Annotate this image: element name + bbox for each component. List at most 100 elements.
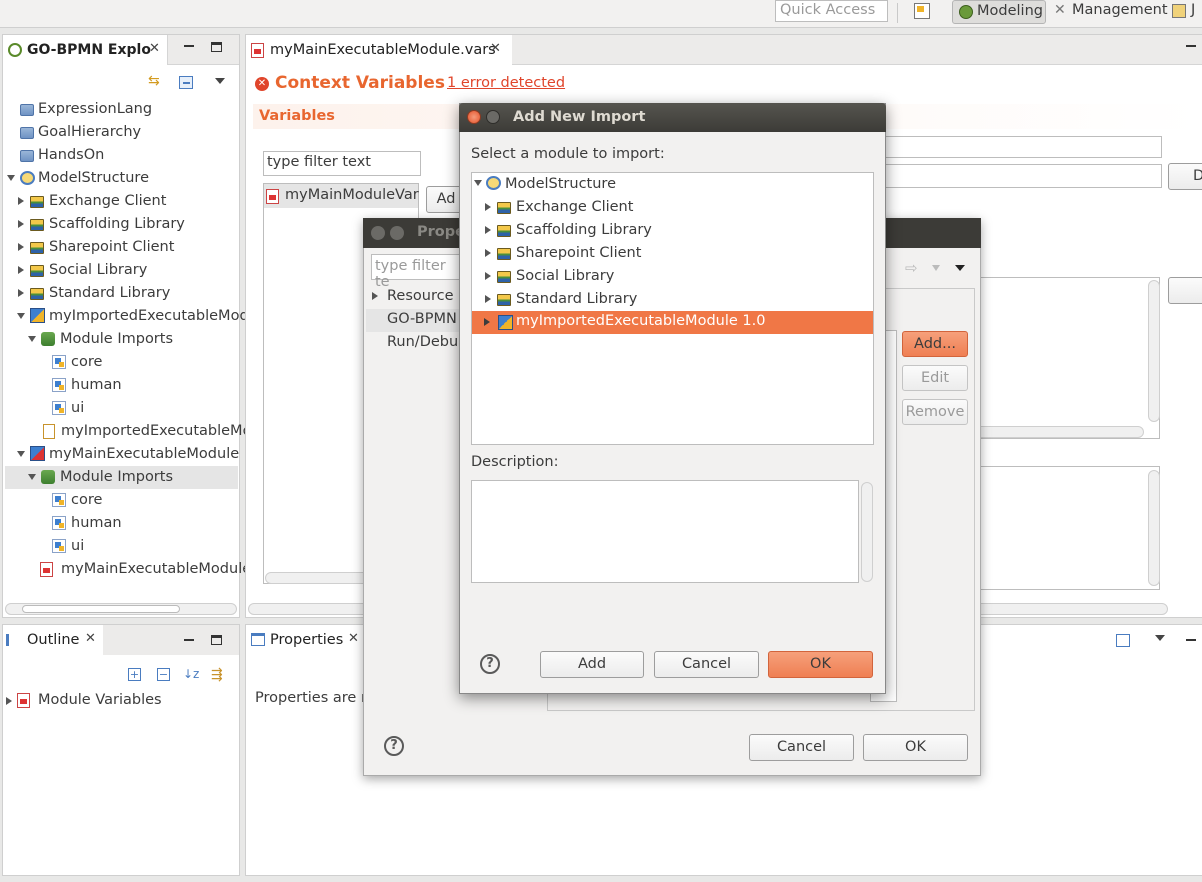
- dropdown-icon[interactable]: [932, 265, 940, 271]
- tree-item[interactable]: Sharepoint Client: [49, 239, 174, 255]
- tree-item[interactable]: human: [71, 377, 122, 393]
- browse-type-button[interactable]: D: [1168, 163, 1202, 190]
- tree-item[interactable]: GoalHierarchy: [38, 124, 141, 140]
- expand-all-icon[interactable]: +: [128, 668, 141, 681]
- filter-icon[interactable]: ⇶: [211, 667, 227, 683]
- tree-item[interactable]: Standard Library: [49, 285, 170, 301]
- close-icon[interactable]: ✕: [85, 631, 96, 646]
- close-icon[interactable]: [371, 226, 385, 240]
- properties-tab[interactable]: Properties ✕: [246, 625, 366, 655]
- edit-import-button[interactable]: Edit: [902, 365, 968, 391]
- variables-filter-input[interactable]: type filter text: [263, 151, 421, 176]
- minimize-icon[interactable]: [1186, 639, 1196, 641]
- name-field[interactable]: [860, 136, 1162, 158]
- perspective-management-button[interactable]: Management: [1072, 2, 1168, 18]
- outline-tab[interactable]: Outline ✕: [3, 625, 103, 655]
- variables-section-title[interactable]: Variables: [259, 108, 335, 124]
- expand-arrow-icon[interactable]: [7, 175, 15, 181]
- module-tree-item[interactable]: Social Library: [516, 268, 614, 284]
- expand-arrow-icon[interactable]: [28, 474, 36, 480]
- perspective-modeling-button[interactable]: Modeling: [952, 0, 1046, 24]
- collapse-arrow-icon[interactable]: [485, 226, 491, 234]
- editor-tab[interactable]: myMainExecutableModule.vars ✕: [246, 35, 512, 65]
- right-side-button[interactable]: [1168, 277, 1202, 304]
- collapse-arrow-icon[interactable]: [18, 197, 24, 205]
- add-import-button[interactable]: Add...: [902, 331, 968, 357]
- perspective-more-label[interactable]: J: [1191, 2, 1195, 18]
- category-gobpmn[interactable]: GO-BPMN: [387, 311, 457, 327]
- expand-arrow-icon[interactable]: [17, 313, 25, 319]
- minimize-icon[interactable]: [1186, 45, 1196, 47]
- close-icon[interactable]: ✕: [149, 41, 160, 56]
- text-area2-vscrollbar[interactable]: [1148, 470, 1160, 586]
- collapse-arrow-icon[interactable]: [6, 697, 12, 705]
- tree-item[interactable]: core: [71, 354, 102, 370]
- quick-access-input[interactable]: Quick Access: [775, 0, 888, 22]
- description-vscrollbar[interactable]: [861, 482, 873, 582]
- import-cancel-button[interactable]: Cancel: [654, 651, 759, 678]
- module-tree-item[interactable]: Standard Library: [516, 291, 637, 307]
- collapse-arrow-icon[interactable]: [485, 295, 491, 303]
- tree-item[interactable]: myImportedExecutableMo: [61, 423, 251, 439]
- collapse-arrow-icon[interactable]: [485, 203, 491, 211]
- help-icon[interactable]: ?: [480, 654, 500, 674]
- error-link[interactable]: 1 error detected: [447, 75, 565, 91]
- tree-item[interactable]: myMainExecutableModule: [61, 561, 251, 577]
- expand-arrow-icon[interactable]: [474, 180, 482, 186]
- module-tree-item[interactable]: ModelStructure: [505, 176, 616, 192]
- close-icon[interactable]: ✕: [348, 631, 359, 646]
- view-menu-icon[interactable]: [215, 78, 225, 84]
- collapse-arrow-icon[interactable]: [485, 249, 491, 257]
- explorer-hscrollbar[interactable]: [5, 603, 237, 615]
- category-resource[interactable]: Resource: [387, 288, 454, 304]
- tree-item[interactable]: myImportedExecutableMod: [49, 308, 249, 324]
- selected-module-row[interactable]: myImportedExecutableModule 1.0: [472, 311, 873, 334]
- collapse-arrow-icon[interactable]: [484, 318, 490, 326]
- open-perspective-icon[interactable]: [914, 3, 930, 19]
- expand-arrow-icon[interactable]: [17, 451, 25, 457]
- tree-item[interactable]: human: [71, 515, 122, 531]
- minimize-icon[interactable]: [486, 110, 500, 124]
- expand-arrow-icon[interactable]: [28, 336, 36, 342]
- view-menu-icon[interactable]: [1155, 635, 1165, 641]
- collapse-arrow-icon[interactable]: [18, 266, 24, 274]
- module-tree-item[interactable]: Scaffolding Library: [516, 222, 652, 238]
- properties-ok-button[interactable]: OK: [863, 734, 968, 761]
- tree-item[interactable]: Module Imports: [60, 331, 173, 347]
- maximize-icon[interactable]: [211, 635, 222, 645]
- tree-item[interactable]: Social Library: [49, 262, 147, 278]
- tree-item[interactable]: HandsOn: [38, 147, 104, 163]
- collapse-all-icon[interactable]: [179, 76, 193, 89]
- collapse-arrow-icon[interactable]: [18, 220, 24, 228]
- collapse-arrow-icon[interactable]: [18, 243, 24, 251]
- tree-item[interactable]: Exchange Client: [49, 193, 166, 209]
- tree-item[interactable]: myMainExecutableModule 1: [49, 446, 253, 462]
- type-field[interactable]: [860, 164, 1162, 188]
- collapse-all-icon[interactable]: −: [157, 668, 170, 681]
- explorer-tab[interactable]: GO-BPMN Explo ✕: [3, 35, 168, 65]
- collapse-arrow-icon[interactable]: [485, 272, 491, 280]
- category-run-debug[interactable]: Run/Debu: [387, 334, 458, 350]
- tree-item[interactable]: ExpressionLang: [38, 101, 152, 117]
- minimize-icon[interactable]: [390, 226, 404, 240]
- close-icon[interactable]: [467, 110, 481, 124]
- module-tree-item[interactable]: Sharepoint Client: [516, 245, 641, 261]
- import-add-button[interactable]: Add: [540, 651, 644, 678]
- collapse-arrow-icon[interactable]: [18, 289, 24, 297]
- pin-icon[interactable]: [1116, 634, 1130, 647]
- variable-row[interactable]: myMainModuleVar: [264, 184, 419, 208]
- tree-item[interactable]: ui: [71, 400, 84, 416]
- text-area-vscrollbar[interactable]: [1148, 280, 1160, 422]
- tree-item[interactable]: ModelStructure: [38, 170, 149, 186]
- outline-item[interactable]: Module Variables: [38, 692, 162, 708]
- maximize-icon[interactable]: [211, 42, 222, 52]
- tree-item[interactable]: core: [71, 492, 102, 508]
- sort-icon[interactable]: ↓z: [183, 667, 199, 683]
- minimize-icon[interactable]: [184, 45, 194, 47]
- tree-item[interactable]: Module Imports: [60, 469, 173, 485]
- close-icon[interactable]: ✕: [490, 41, 501, 56]
- forward-arrow-icon[interactable]: ⇨: [905, 259, 918, 277]
- properties-cancel-button[interactable]: Cancel: [749, 734, 854, 761]
- minimize-icon[interactable]: [184, 639, 194, 641]
- tree-item[interactable]: ui: [71, 538, 84, 554]
